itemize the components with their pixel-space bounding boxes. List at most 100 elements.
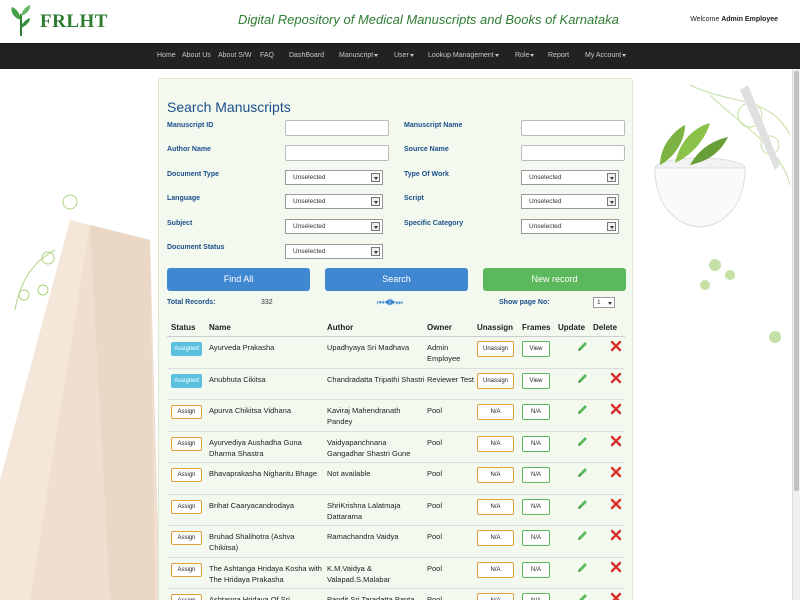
mortar-pestle-decoration [654, 84, 791, 343]
welcome-message: Welcome Admin Employee [690, 16, 778, 23]
nav-about-sw[interactable]: About S/W [218, 52, 251, 59]
author-name-input[interactable] [285, 145, 389, 161]
nav-user[interactable]: User [394, 52, 414, 59]
edit-pencil-icon[interactable] [576, 562, 588, 574]
delete-x-icon[interactable] [610, 466, 622, 478]
frames-na-button[interactable]: N/A [522, 467, 550, 483]
edit-pencil-icon[interactable] [576, 436, 588, 448]
frames-na-button[interactable]: N/A [522, 435, 550, 452]
unassign-na-button[interactable]: N/A [477, 530, 514, 546]
assign-button[interactable]: Assign [171, 562, 202, 577]
logo-leaf-icon [11, 5, 31, 36]
specific-category-select[interactable]: Unselected [521, 219, 619, 234]
delete-x-icon[interactable] [610, 592, 622, 600]
unassign-button[interactable]: Unassign [477, 372, 514, 389]
nav-about-us[interactable]: About Us [182, 52, 211, 59]
nav-faq[interactable]: FAQ [260, 52, 274, 59]
unassign-na-button[interactable]: N/A [477, 593, 514, 600]
dropdown-arrow-icon [371, 197, 380, 206]
unassign-na-button[interactable]: N/A [477, 467, 514, 483]
unassign-button[interactable]: Unassign [477, 341, 514, 357]
column-header-delete: Delete [593, 323, 618, 332]
page-number-select[interactable]: 1 [593, 297, 615, 308]
unassign-na-button[interactable]: N/A [477, 435, 514, 452]
assign-button[interactable]: Assign [171, 499, 202, 514]
find-all-button[interactable]: Find All [167, 268, 310, 291]
edit-pencil-icon[interactable] [576, 593, 588, 600]
unassign-na-button[interactable]: N/A [477, 404, 514, 420]
page-scrollbar[interactable] [792, 69, 800, 600]
assign-button[interactable]: Assign [171, 405, 202, 419]
script-select[interactable]: Unselected [521, 194, 619, 209]
column-header-name: Name [209, 323, 231, 332]
manuscript-name: Bhavaprakasha Nighantu Bhage [209, 469, 317, 478]
manuscript-owner: Reviewer Test [427, 374, 474, 384]
search-button[interactable]: Search [325, 268, 468, 291]
scrollbar-thumb[interactable] [794, 71, 799, 491]
frlht-logo[interactable]: FRLHT [6, 4, 116, 38]
delete-x-icon[interactable] [610, 435, 622, 447]
edit-pencil-icon[interactable] [576, 341, 588, 353]
manuscript-name: Ayurveda Prakasha [209, 343, 275, 352]
delete-x-icon[interactable] [610, 498, 622, 510]
table-row: Assign Brihat Caaryacandrodaya ShriKrishna… [167, 495, 625, 526]
nav-home[interactable]: Home [157, 52, 176, 59]
manuscript-id-input[interactable] [285, 120, 389, 136]
unassign-na-button[interactable]: N/A [477, 498, 514, 515]
language-select[interactable]: Unselected [285, 194, 383, 209]
view-frames-button[interactable]: View [522, 341, 550, 357]
edit-pencil-icon[interactable] [576, 467, 588, 479]
select-value: Unselected [293, 248, 326, 255]
nav-label: Report [548, 52, 570, 59]
type-of-work-select[interactable]: Unselected [521, 170, 619, 185]
manuscript-author: K.M.Vaidya & Valapad.S.Malabar [327, 563, 391, 584]
frames-na-button[interactable]: N/A [522, 593, 550, 600]
nav-my-account[interactable]: My Account [585, 52, 627, 59]
document-status-label: Document Status [167, 244, 225, 251]
assign-button[interactable]: Assign [171, 468, 202, 482]
document-type-select[interactable]: Unselected [285, 170, 383, 185]
column-header-status: Status [171, 323, 196, 332]
new-record-button[interactable]: New record [483, 268, 626, 291]
source-name-input[interactable] [521, 145, 625, 161]
edit-pencil-icon[interactable] [576, 404, 588, 416]
select-value: Unselected [293, 174, 326, 181]
dropdown-arrow-icon [607, 197, 616, 206]
frames-na-button[interactable]: N/A [522, 561, 550, 578]
nav-lookup-management[interactable]: Lookup Management [428, 52, 499, 59]
frames-na-button[interactable]: N/A [522, 530, 550, 546]
document-status-select[interactable]: Unselected [285, 244, 383, 259]
assign-button[interactable]: Assign [171, 594, 202, 600]
show-page-label: Show page No: [499, 299, 550, 306]
delete-x-icon[interactable] [610, 403, 622, 415]
manuscript-owner: Admin Employee [427, 343, 461, 363]
unassign-na-button[interactable]: N/A [477, 561, 514, 578]
nav-label: User [394, 52, 409, 59]
manuscript-name-input[interactable] [521, 120, 625, 136]
table-row: Assign The Ashtanga Hridaya Kosha with Th… [167, 558, 625, 589]
delete-x-icon[interactable] [610, 340, 622, 352]
table-row: Assign Ashtanga Hridaya Of Sri Pandit Sri … [167, 589, 625, 600]
nav-label: Role [515, 52, 530, 59]
edit-pencil-icon[interactable] [576, 499, 588, 511]
nav-role[interactable]: Role [515, 52, 535, 59]
subject-select[interactable]: Unselected [285, 219, 383, 234]
delete-x-icon[interactable] [610, 372, 622, 384]
frames-na-button[interactable]: N/A [522, 404, 550, 420]
view-frames-button[interactable]: View [522, 372, 550, 389]
delete-x-icon[interactable] [610, 561, 622, 573]
column-header-unassign: Unassign [477, 323, 514, 332]
pagination-controls[interactable]: ⏮◀▶⏭ [377, 298, 403, 308]
nav-dashboard[interactable]: DashBoard [289, 52, 324, 59]
nav-manuscript[interactable]: Manuscript [339, 52, 379, 59]
edit-pencil-icon[interactable] [576, 373, 588, 385]
frames-na-button[interactable]: N/A [522, 498, 550, 515]
edit-pencil-icon[interactable] [576, 530, 588, 542]
manuscript-name: Bruhad Shalihotra (Ashva Chikitsa) [209, 532, 295, 552]
assign-button[interactable]: Assign [171, 436, 202, 451]
delete-x-icon[interactable] [610, 529, 622, 541]
column-header-update: Update [558, 323, 586, 332]
select-value: Unselected [529, 223, 562, 230]
nav-report[interactable]: Report [548, 52, 569, 59]
assign-button[interactable]: Assign [171, 531, 202, 545]
